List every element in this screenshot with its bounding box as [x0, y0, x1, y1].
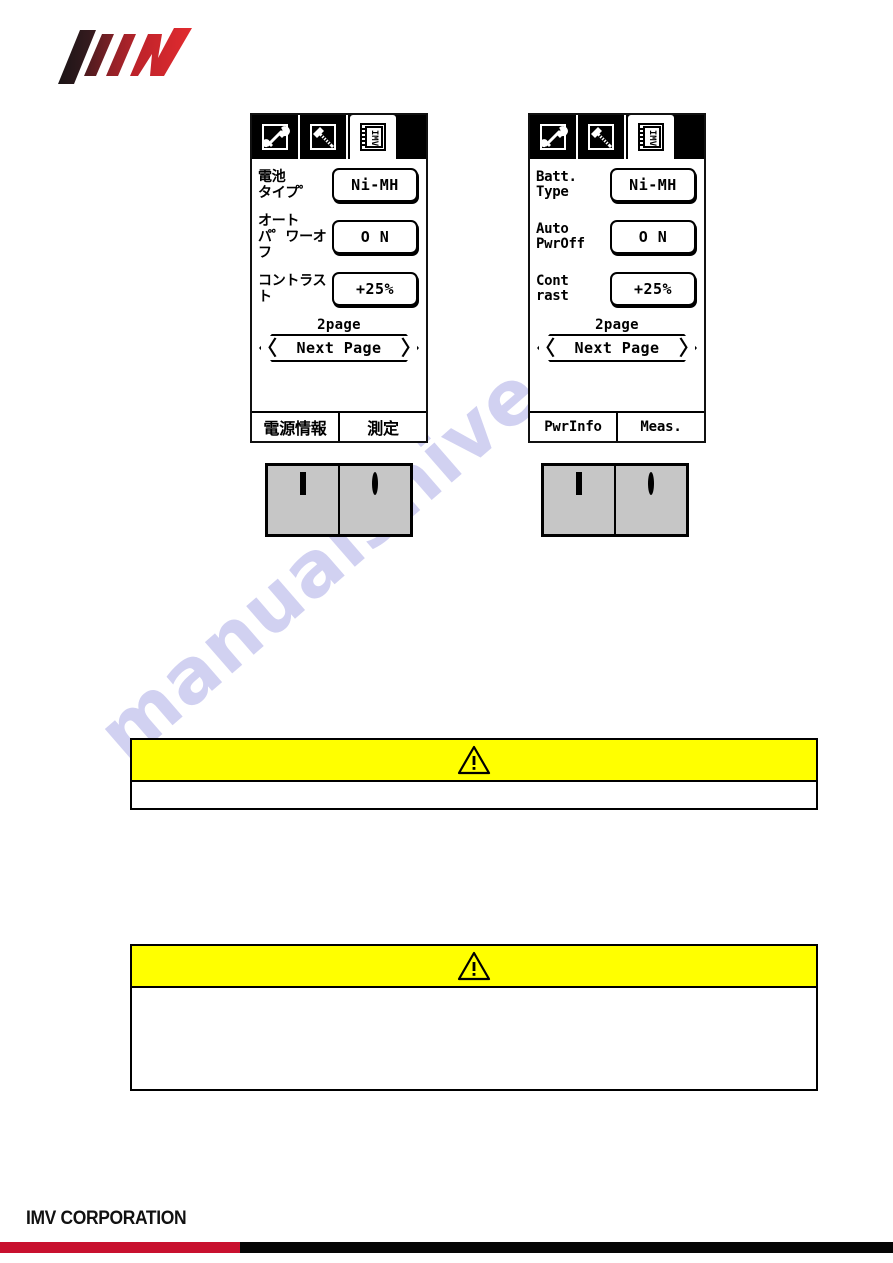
page-indicator: 2page [317, 317, 361, 333]
warning-triangle-icon [457, 951, 491, 981]
hard-key-stop[interactable] [544, 466, 614, 534]
setting-row-contrast: コントラスト +25% [252, 263, 426, 315]
lcd-tab-bar: IMV [252, 115, 426, 159]
lcd-tab-bar: IMV [530, 115, 704, 159]
setting-row-auto-power-off: オート パ゜ワーオフ O N [252, 211, 426, 263]
setting-label: オート パ゜ワーオフ [258, 213, 327, 261]
tab-wrench[interactable] [252, 115, 300, 159]
next-page-label: Next Page [574, 339, 660, 357]
setting-label: Cont rast [536, 273, 569, 304]
caution-header [132, 740, 816, 782]
setting-label: Auto PwrOff [536, 221, 585, 252]
hard-key-panel [541, 463, 689, 537]
setting-label: 電池 タイプ゜ [258, 169, 313, 201]
chevron-right-icon[interactable]: 〉 [401, 338, 421, 358]
setting-value-battery-type[interactable]: Ni-MH [332, 168, 418, 202]
page-footer: IMV CORPORATION [0, 1190, 893, 1263]
caution-body [132, 988, 816, 1008]
manual-page: manualshive.com [0, 0, 893, 1263]
lcd-screen: IMV Batt. Type Ni-MH Auto PwrOff O N Con… [528, 113, 706, 443]
lcd-bottom-tab-bar: PwrInfo Meas. [530, 411, 704, 441]
bottom-tab-measure[interactable]: Meas. [618, 413, 704, 441]
lcd-body: Batt. Type Ni-MH Auto PwrOff O N Cont ra… [530, 159, 704, 411]
device-screenshot-english: IMV Batt. Type Ni-MH Auto PwrOff O N Con… [528, 113, 706, 537]
next-page-button[interactable]: 〈 Next Page 〉 [535, 334, 699, 362]
bottom-tab-power-info[interactable]: 電源情報 [252, 413, 340, 441]
lcd-body: 電池 タイプ゜ Ni-MH オート パ゜ワーオフ O N コントラスト +25%… [252, 159, 426, 411]
circle-icon [372, 472, 378, 495]
caution-box-1 [130, 738, 818, 810]
page-indicator: 2page [595, 317, 639, 333]
chevron-left-icon[interactable]: 〈 [535, 338, 555, 358]
footer-rule-red [0, 1242, 240, 1253]
chevron-left-icon[interactable]: 〈 [257, 338, 277, 358]
tab-screwdriver[interactable] [578, 115, 626, 159]
setting-value-contrast[interactable]: +25% [610, 272, 696, 306]
footer-rule [0, 1242, 893, 1253]
tab-wrench[interactable] [530, 115, 578, 159]
tab-notebook[interactable]: IMV [350, 115, 396, 159]
company-name: IMV CORPORATION [26, 1208, 187, 1229]
bottom-tab-measure[interactable]: 測定 [340, 413, 426, 441]
setting-value-auto-power-off[interactable]: O N [610, 220, 696, 254]
device-screenshot-japanese: IMV 電池 タイプ゜ Ni-MH オート パ゜ワーオフ O N コントラスト … [250, 113, 428, 537]
next-page-button[interactable]: 〈 Next Page 〉 [257, 334, 421, 362]
svg-text:IMV: IMV [369, 130, 379, 147]
circle-icon [648, 472, 654, 495]
setting-value-battery-type[interactable]: Ni-MH [610, 168, 696, 202]
setting-row-battery-type: 電池 タイプ゜ Ni-MH [252, 159, 426, 211]
setting-row-battery-type: Batt. Type Ni-MH [530, 159, 704, 211]
setting-label: コントラスト [258, 273, 327, 305]
hard-key-record[interactable] [614, 466, 686, 534]
chevron-right-icon[interactable]: 〉 [679, 338, 699, 358]
hard-key-record[interactable] [338, 466, 410, 534]
setting-value-auto-power-off[interactable]: O N [332, 220, 418, 254]
setting-row-contrast: Cont rast +25% [530, 263, 704, 315]
square-icon [300, 472, 306, 495]
hard-key-stop[interactable] [268, 466, 338, 534]
caution-box-2 [130, 944, 818, 1091]
square-icon [576, 472, 582, 495]
setting-value-contrast[interactable]: +25% [332, 272, 418, 306]
svg-text:IMV: IMV [647, 130, 657, 147]
lcd-screen: IMV 電池 タイプ゜ Ni-MH オート パ゜ワーオフ O N コントラスト … [250, 113, 428, 443]
setting-row-auto-power-off: Auto PwrOff O N [530, 211, 704, 263]
setting-label: Batt. Type [536, 169, 577, 200]
hard-key-panel [265, 463, 413, 537]
imv-logo [52, 24, 212, 86]
lcd-bottom-tab-bar: 電源情報 測定 [252, 411, 426, 441]
next-page-label: Next Page [296, 339, 382, 357]
tab-screwdriver[interactable] [300, 115, 348, 159]
footer-rule-black [240, 1242, 893, 1253]
bottom-tab-power-info[interactable]: PwrInfo [530, 413, 618, 441]
caution-header [132, 946, 816, 988]
caution-body [132, 782, 816, 802]
tab-notebook[interactable]: IMV [628, 115, 674, 159]
warning-triangle-icon [457, 745, 491, 775]
